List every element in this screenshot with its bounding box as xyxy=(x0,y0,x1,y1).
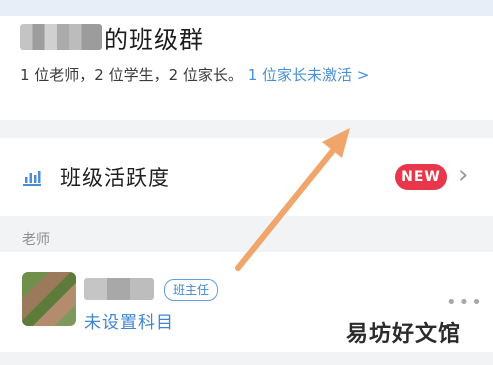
new-badge: NEW xyxy=(395,164,447,190)
member-summary: 1 位老师，2 位学生，2 位家长。 1 位家长未激活 > xyxy=(20,64,369,85)
class-activity-label: 班级活跃度 xyxy=(60,166,170,190)
teacher-section-header: 老师 xyxy=(22,232,50,248)
blurred-teacher-name xyxy=(84,278,154,300)
top-status-strip xyxy=(0,0,493,16)
chevron-right-icon: › xyxy=(458,160,469,190)
avatar xyxy=(22,272,76,326)
head-teacher-tag: 班主任 xyxy=(164,279,219,301)
group-title: 的班级群 xyxy=(104,25,204,54)
set-subject-link[interactable]: 未设置科目 xyxy=(84,308,174,333)
bottom-divider xyxy=(0,352,493,365)
inactive-parents-link[interactable]: 1 位家长未激活 > xyxy=(248,66,370,84)
more-options-icon[interactable]: ••• xyxy=(446,292,484,313)
blurred-group-name xyxy=(20,24,102,50)
class-activity-row[interactable]: 班级活跃度 NEW › xyxy=(0,138,493,216)
bar-chart-icon xyxy=(23,171,41,186)
watermark: 易坊好文馆 xyxy=(346,322,462,347)
group-title-row: 的班级群 xyxy=(20,22,204,54)
member-count-text: 1 位老师，2 位学生，2 位家长。 xyxy=(20,66,243,84)
